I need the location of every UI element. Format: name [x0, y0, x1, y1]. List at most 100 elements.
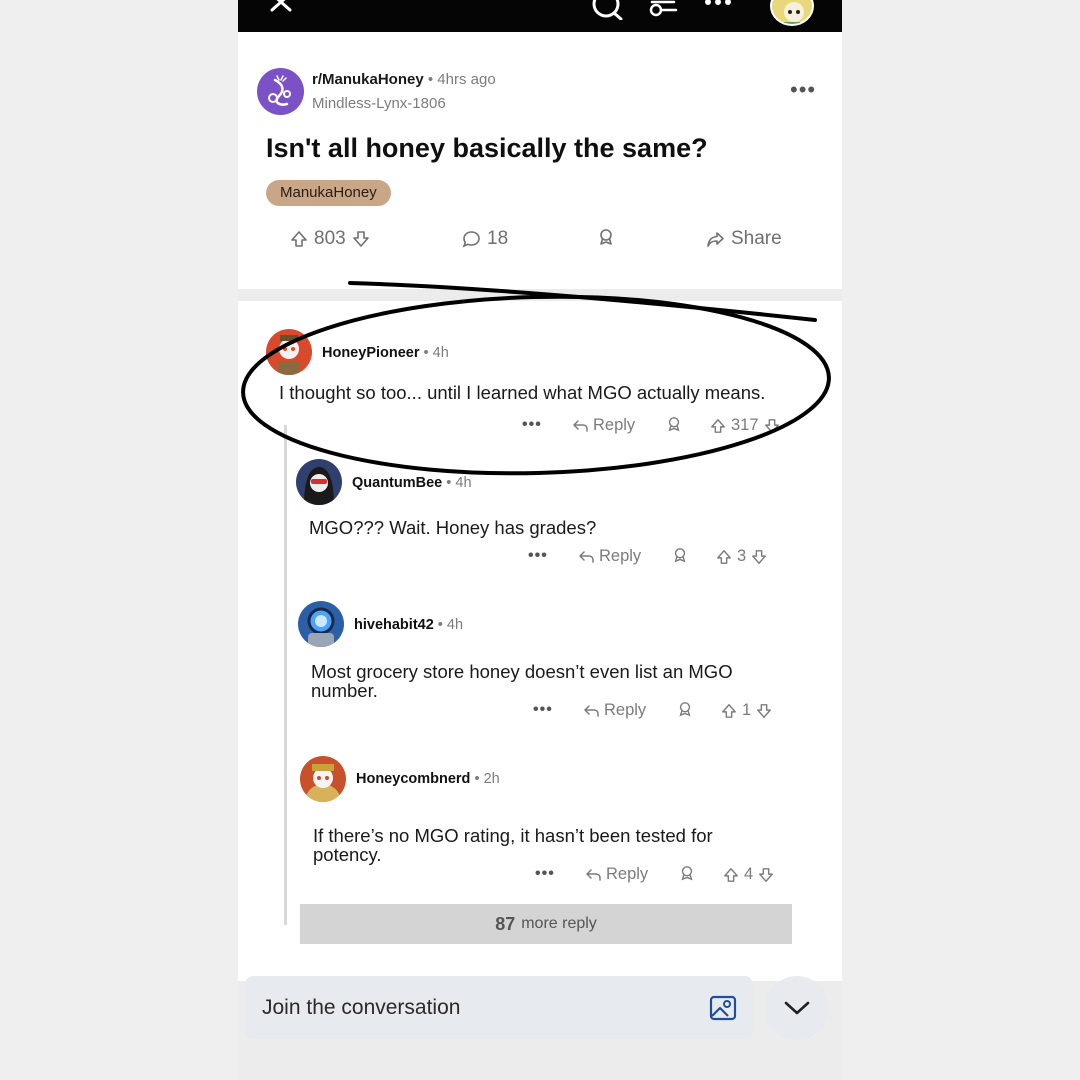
post-author[interactable]: Mindless-Lynx-1806: [312, 95, 446, 112]
award-icon: [668, 417, 680, 432]
comment-vote-control: 317: [710, 416, 780, 435]
comment-avatar[interactable]: [300, 756, 346, 802]
award-icon: [679, 702, 691, 717]
post-title[interactable]: Isn't all honey basically the same?: [266, 133, 708, 164]
comment-reply-button[interactable]: Reply: [585, 865, 648, 884]
comment-username[interactable]: QuantumBee: [352, 475, 442, 491]
composer-placeholder[interactable]: Join the conversation: [262, 996, 460, 1020]
comment-vote-count: 1: [742, 701, 752, 719]
comment-time: 4h: [446, 617, 464, 633]
upvote-icon[interactable]: [721, 703, 737, 719]
comment-time: 4h: [455, 475, 472, 491]
comment-body: Most grocery store honey doesn’t even li…: [311, 661, 733, 701]
comment-vote-count: 3: [737, 547, 747, 565]
comment-action-bar: ••• Reply 1: [533, 701, 803, 725]
comment-action-bar: ••• Reply 317: [522, 416, 792, 440]
post-comments-button[interactable]: 18: [462, 228, 508, 250]
comment-reply-button[interactable]: Reply: [572, 416, 635, 435]
comment-body: MGO??? Wait. Honey has grades?: [309, 517, 597, 538]
search-icon[interactable]: [590, 0, 624, 20]
reply-label: Reply: [604, 701, 647, 719]
post-upvote-count: 803: [314, 228, 346, 249]
comment-avatar[interactable]: [266, 329, 312, 375]
award-icon: [681, 866, 693, 881]
comment-action-bar: ••• Reply 4: [535, 865, 805, 889]
share-icon: [707, 232, 724, 247]
honey-dipper-icon: [268, 75, 291, 106]
comment-body: I thought so too... until I learned what…: [279, 382, 766, 403]
collapse-button[interactable]: [765, 976, 829, 1040]
post-vote-control: 803: [290, 228, 370, 250]
comment-award-button[interactable]: [666, 416, 682, 432]
comment-more-icon[interactable]: •••: [522, 416, 542, 434]
reply-icon: [573, 419, 588, 432]
subreddit-avatar[interactable]: [257, 68, 304, 115]
comment-award-button[interactable]: [672, 547, 688, 563]
comment-award-button[interactable]: [679, 865, 695, 881]
user-avatar[interactable]: [770, 0, 814, 26]
reply-icon: [584, 704, 599, 717]
upvote-icon[interactable]: [716, 549, 732, 565]
comment-more-icon[interactable]: •••: [533, 701, 553, 719]
reply-icon: [579, 550, 594, 563]
comment-username[interactable]: hivehabit42: [354, 617, 434, 633]
post-more-icon[interactable]: •••: [790, 79, 816, 101]
award-icon: [674, 548, 686, 563]
comment-more-icon[interactable]: •••: [535, 865, 555, 883]
comment-username[interactable]: HoneyPioneer: [322, 345, 420, 361]
post-action-bar: 803 18 Share: [238, 228, 842, 258]
downvote-icon[interactable]: [751, 549, 767, 565]
more-replies-label: more reply: [521, 915, 597, 932]
close-icon[interactable]: [268, 0, 298, 18]
reply-label: Reply: [606, 865, 649, 883]
award-icon: [600, 229, 612, 245]
comment-time: 4h: [432, 345, 449, 361]
comment-vote-count: 4: [744, 865, 754, 883]
comment-reply-button[interactable]: Reply: [583, 701, 646, 720]
comment-avatar[interactable]: [296, 459, 342, 505]
filter-icon[interactable]: [648, 0, 678, 20]
comment-avatar[interactable]: [298, 601, 344, 647]
post-time: 4hrs ago: [437, 71, 496, 88]
comment-vote-control: 3: [716, 547, 767, 566]
comment-award-button[interactable]: [677, 701, 693, 717]
more-replies-button[interactable]: 87 more reply: [300, 904, 792, 944]
more-horizontal-icon[interactable]: [704, 0, 732, 10]
share-label: Share: [731, 228, 782, 249]
comment-vote-count: 317: [731, 416, 759, 434]
thread-line[interactable]: [284, 425, 287, 925]
post-flair[interactable]: ManukaHoney: [266, 180, 391, 206]
comment-header: HoneyPioneer • 4h: [322, 345, 449, 361]
comment-action-bar: ••• Reply 3: [528, 547, 798, 571]
image-icon[interactable]: [709, 994, 737, 1022]
comment-time: 2h: [483, 771, 500, 787]
downvote-icon[interactable]: [352, 230, 370, 248]
comment-icon: [462, 231, 480, 248]
comment-username[interactable]: Honeycombnerd: [356, 771, 470, 787]
upvote-icon[interactable]: [723, 867, 739, 883]
downvote-icon[interactable]: [758, 867, 774, 883]
more-replies-count: 87: [495, 913, 516, 934]
comment-reply-button[interactable]: Reply: [578, 547, 641, 566]
downvote-icon[interactable]: [756, 703, 772, 719]
top-app-bar: [238, 0, 842, 32]
comment-header: Honeycombnerd • 2h: [356, 771, 500, 787]
post-award-button[interactable]: [597, 228, 615, 246]
reply-icon: [586, 868, 601, 881]
comment-header: hivehabit42 • 4h: [354, 617, 464, 633]
comment-header: QuantumBee • 4h: [352, 475, 472, 491]
post-card: r/ManukaHoney • 4hrs ago Mindless-Lynx-1…: [238, 32, 842, 289]
phone-screen: r/ManukaHoney • 4hrs ago Mindless-Lynx-1…: [238, 0, 842, 1080]
upvote-icon[interactable]: [710, 418, 726, 434]
post-subreddit-line[interactable]: r/ManukaHoney • 4hrs ago: [312, 71, 496, 88]
reply-label: Reply: [593, 416, 636, 434]
post-share-button[interactable]: Share: [706, 228, 782, 250]
comment-composer[interactable]: Join the conversation: [245, 976, 753, 1039]
upvote-icon[interactable]: [290, 230, 308, 248]
reply-label: Reply: [599, 547, 642, 565]
comment-body: If there’s no MGO rating, it hasn’t been…: [313, 825, 713, 865]
subreddit-name[interactable]: r/ManukaHoney: [312, 71, 424, 88]
chevron-down-icon: [784, 1001, 810, 1015]
downvote-icon[interactable]: [764, 418, 780, 434]
comment-more-icon[interactable]: •••: [528, 547, 548, 565]
